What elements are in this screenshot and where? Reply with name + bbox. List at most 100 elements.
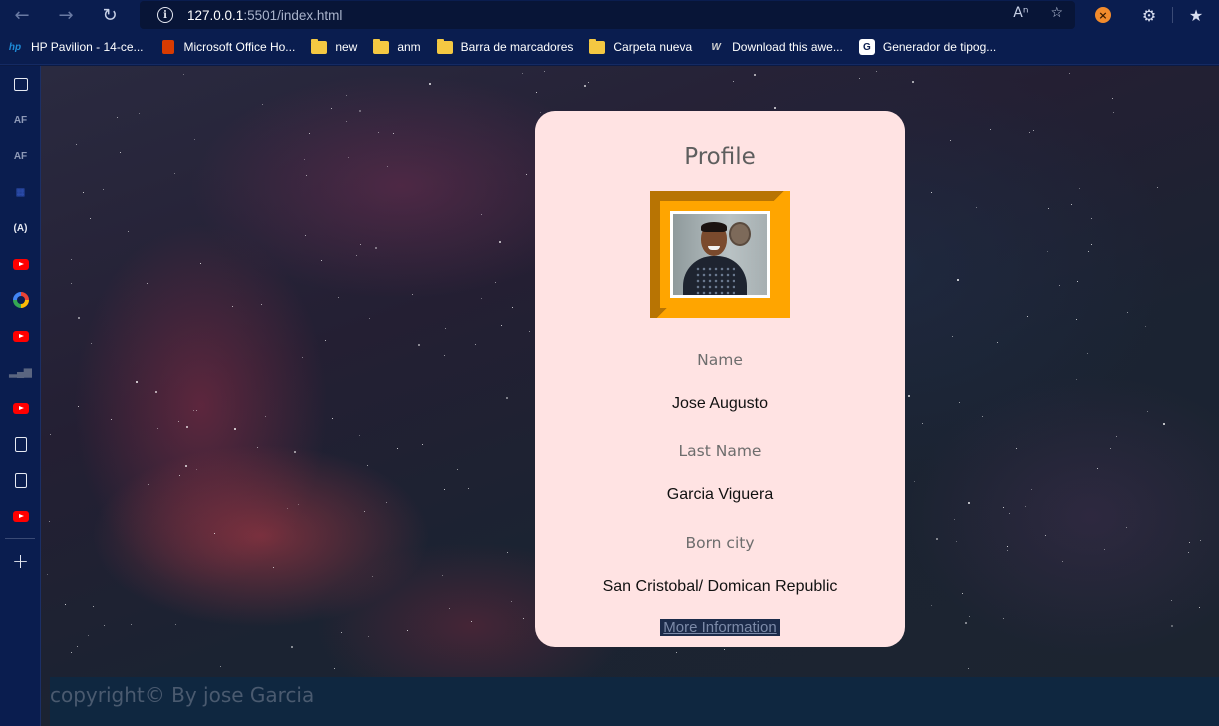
page-background: Profile Name Jose Augusto Last Name Garc… xyxy=(41,66,1219,726)
name-value: Jose Augusto xyxy=(671,395,769,412)
back-arrow-icon[interactable]: ← xyxy=(0,0,44,30)
af-icon[interactable]: AF xyxy=(0,138,41,174)
star xyxy=(471,621,472,622)
url-host: 127.0.0.1 xyxy=(187,7,244,23)
document-icon[interactable] xyxy=(0,462,41,498)
add-icon[interactable]: + xyxy=(0,543,41,579)
more-information-link[interactable]: More Information xyxy=(660,619,780,636)
star xyxy=(1110,448,1111,449)
star xyxy=(968,668,969,669)
star xyxy=(481,298,482,299)
forward-arrow-icon[interactable]: → xyxy=(44,0,88,30)
born-city-label: Born city xyxy=(685,534,755,552)
star xyxy=(88,635,89,636)
star xyxy=(93,606,94,607)
star xyxy=(1009,513,1010,514)
star xyxy=(676,652,677,653)
bookmark-folder-barra[interactable]: Barra de marcadores xyxy=(436,35,582,59)
star xyxy=(261,304,262,305)
star xyxy=(982,416,983,417)
bookmark-label: new xyxy=(335,40,358,54)
star xyxy=(50,434,51,435)
star xyxy=(968,502,970,504)
star xyxy=(1076,319,1077,320)
star xyxy=(196,410,197,411)
site-info-icon[interactable]: i xyxy=(157,7,173,23)
star xyxy=(257,447,258,448)
star xyxy=(908,395,910,397)
star xyxy=(522,73,523,74)
name-label: Name xyxy=(697,351,743,369)
star xyxy=(220,666,221,667)
star xyxy=(1091,218,1092,219)
star xyxy=(876,71,877,72)
star xyxy=(47,574,48,575)
bookmark-hp[interactable]: hp HP Pavilion - 14-ce... xyxy=(7,35,152,59)
star xyxy=(990,129,991,130)
star xyxy=(976,207,977,208)
extension-icon[interactable]: ▦ xyxy=(0,174,41,210)
star xyxy=(183,74,184,75)
bookmark-folder-new[interactable]: new xyxy=(311,35,365,59)
photo-mat xyxy=(670,211,770,298)
youtube-icon[interactable] xyxy=(0,318,41,354)
star xyxy=(147,283,148,284)
star xyxy=(232,306,233,307)
star xyxy=(186,426,188,428)
chart-icon[interactable]: ▂▄▆ xyxy=(0,354,41,390)
bookmark-folder-carpeta[interactable]: Carpeta nueva xyxy=(589,35,700,59)
star xyxy=(468,488,469,489)
star xyxy=(175,624,176,625)
star xyxy=(298,504,299,505)
document-icon[interactable] xyxy=(0,426,41,462)
profile-photo xyxy=(673,214,767,295)
star xyxy=(859,78,860,79)
star xyxy=(1003,507,1004,508)
star xyxy=(957,279,959,281)
star xyxy=(512,307,513,308)
star xyxy=(962,593,963,594)
extensions-puzzle-icon[interactable]: ⚙ xyxy=(1126,0,1172,30)
bookmark-download[interactable]: W Download this awe... xyxy=(708,35,851,59)
star xyxy=(71,652,72,653)
refresh-icon[interactable]: ↻ xyxy=(88,0,132,30)
youtube-icon[interactable] xyxy=(0,246,41,282)
last-name-value: Garcia Viguera xyxy=(666,486,774,503)
star xyxy=(148,484,149,485)
star xyxy=(346,95,347,96)
add-favorite-icon[interactable]: ☆ xyxy=(1050,5,1063,21)
sidebar-divider xyxy=(5,538,35,539)
bookmark-office[interactable]: Microsoft Office Ho... xyxy=(160,35,304,59)
star xyxy=(128,231,129,232)
star xyxy=(1171,625,1173,627)
address-bar[interactable]: i 127.0.0.1:5501/index.html Aⁿ ☆ xyxy=(140,1,1075,29)
extension-badge-icon[interactable]: × xyxy=(1080,0,1126,30)
bookmark-folder-anm[interactable]: anm xyxy=(373,35,428,59)
collections-icon[interactable] xyxy=(0,66,41,102)
folder-icon xyxy=(436,38,453,55)
youtube-icon[interactable] xyxy=(0,498,41,534)
favorites-icon[interactable]: ★ xyxy=(1173,0,1219,30)
star xyxy=(83,192,84,193)
star xyxy=(369,318,370,319)
star xyxy=(334,668,335,669)
star xyxy=(1027,316,1028,317)
google-icon[interactable] xyxy=(0,282,41,318)
star xyxy=(523,618,524,619)
star xyxy=(120,152,121,153)
bookmark-generador[interactable]: G Generador de tipog... xyxy=(858,35,1004,59)
star xyxy=(1007,550,1008,551)
read-aloud-icon[interactable]: Aⁿ xyxy=(1013,5,1028,21)
star xyxy=(111,419,112,420)
star xyxy=(1097,468,1098,469)
star xyxy=(1189,542,1190,543)
url-text[interactable]: 127.0.0.1:5501/index.html xyxy=(187,8,342,23)
star xyxy=(273,567,274,568)
star xyxy=(1127,312,1128,313)
office-icon xyxy=(160,39,176,55)
star xyxy=(386,502,387,503)
af-icon[interactable]: AF xyxy=(0,102,41,138)
youtube-icon[interactable] xyxy=(0,390,41,426)
star xyxy=(174,173,175,174)
a-icon[interactable]: (A) xyxy=(0,210,41,246)
